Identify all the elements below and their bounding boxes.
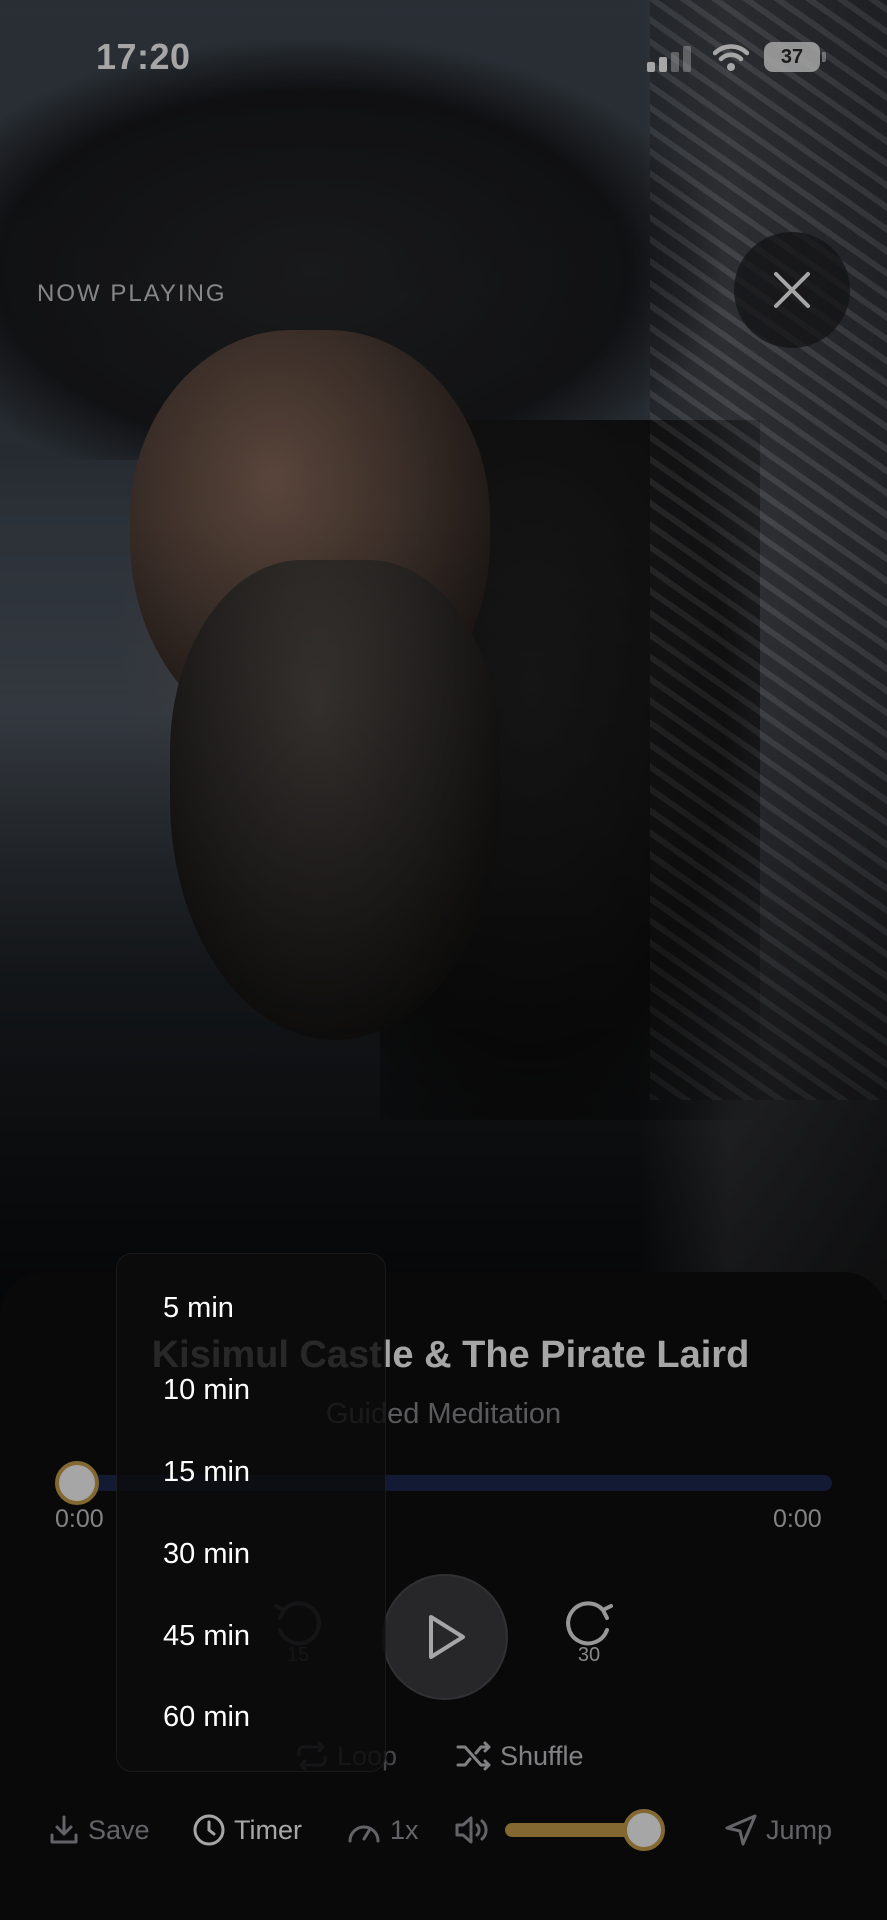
save-button[interactable]: Save bbox=[48, 1810, 150, 1850]
download-icon bbox=[50, 1815, 78, 1844]
save-label: Save bbox=[88, 1814, 150, 1845]
artwork-rock bbox=[650, 0, 887, 1100]
speed-button[interactable]: 1x bbox=[346, 1810, 419, 1850]
speed-label: 1x bbox=[390, 1814, 419, 1845]
speedometer-icon bbox=[348, 1825, 380, 1843]
total-time: 0:00 bbox=[773, 1505, 822, 1533]
progress-thumb[interactable] bbox=[55, 1461, 99, 1505]
jump-label: Jump bbox=[766, 1814, 833, 1845]
timer-label: Timer bbox=[234, 1814, 302, 1845]
artwork-beard bbox=[170, 560, 500, 1040]
volume-button[interactable] bbox=[454, 1810, 490, 1850]
forward-seconds: 30 bbox=[577, 1644, 601, 1666]
timer-menu: 5 min 10 min 15 min 30 min 45 min 60 min bbox=[116, 1253, 386, 1772]
volume-icon bbox=[455, 1816, 488, 1844]
play-button[interactable] bbox=[382, 1574, 508, 1700]
clock-icon bbox=[193, 1814, 225, 1846]
timer-option-10[interactable]: 10 min bbox=[163, 1370, 250, 1410]
battery-level: 37 bbox=[764, 42, 820, 72]
signal-icon bbox=[647, 44, 695, 72]
forward-icon bbox=[566, 1601, 613, 1646]
status-time: 17:20 bbox=[96, 36, 191, 77]
now-playing-label: NOW PLAYING bbox=[37, 280, 227, 307]
shuffle-icon bbox=[456, 1741, 491, 1771]
timer-option-5[interactable]: 5 min bbox=[163, 1288, 234, 1328]
shuffle-button[interactable]: Shuffle bbox=[456, 1738, 584, 1774]
timer-option-60[interactable]: 60 min bbox=[163, 1697, 250, 1737]
artwork-face bbox=[130, 330, 490, 750]
play-icon bbox=[429, 1615, 465, 1659]
close-button[interactable] bbox=[734, 232, 850, 348]
timer-button[interactable]: Timer bbox=[192, 1810, 302, 1850]
shuffle-label: Shuffle bbox=[500, 1740, 584, 1771]
artwork-coat bbox=[380, 420, 760, 1120]
artwork-image bbox=[0, 0, 887, 1300]
battery-icon: 37 bbox=[764, 42, 826, 72]
status-bar: 17:20 37 bbox=[0, 0, 887, 116]
timer-option-45[interactable]: 45 min bbox=[163, 1616, 250, 1656]
close-icon bbox=[774, 272, 810, 308]
elapsed-time: 0:00 bbox=[55, 1505, 104, 1533]
timer-option-15[interactable]: 15 min bbox=[163, 1452, 250, 1492]
wifi-icon bbox=[712, 42, 750, 72]
timer-option-30[interactable]: 30 min bbox=[163, 1534, 250, 1574]
forward-button[interactable]: 30 bbox=[561, 1600, 617, 1674]
navigation-arrow-icon bbox=[725, 1814, 757, 1846]
bottom-action-bar: Save Timer 1x Jump bbox=[0, 1810, 887, 1850]
jump-button[interactable]: Jump bbox=[724, 1810, 832, 1850]
